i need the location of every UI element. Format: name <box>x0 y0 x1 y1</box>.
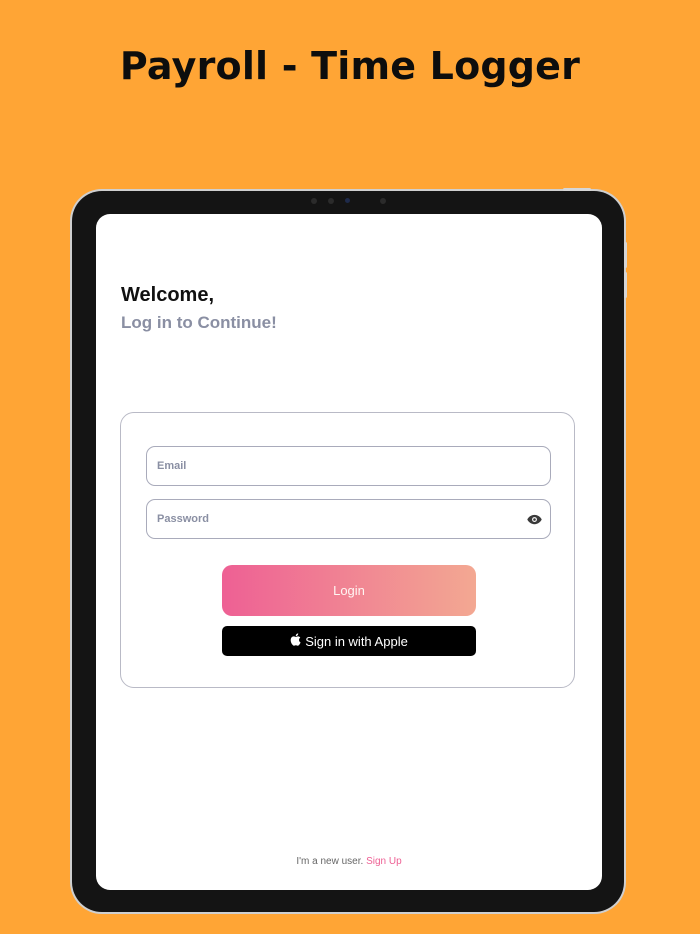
password-field[interactable] <box>146 499 551 539</box>
front-camera <box>345 198 350 203</box>
app-screen: Welcome, Log in to Continue! Login <box>96 214 602 890</box>
apple-logo-icon <box>290 633 301 649</box>
banner-title: Payroll - Time Logger <box>119 44 581 88</box>
email-field[interactable] <box>146 446 551 486</box>
login-card: Login Sign in with Apple <box>120 412 575 688</box>
sensor-dot <box>328 198 334 204</box>
login-subtitle: Log in to Continue! <box>121 313 277 332</box>
device-top-button <box>563 188 591 191</box>
password-input[interactable] <box>155 512 526 526</box>
sign-in-with-apple-button[interactable]: Sign in with Apple <box>222 626 476 656</box>
device-volume-down <box>624 272 627 298</box>
signup-prompt-text: I'm a new user. <box>296 856 367 867</box>
sign-up-link[interactable]: Sign Up <box>366 856 402 867</box>
welcome-heading: Welcome, <box>121 284 214 306</box>
login-button[interactable]: Login <box>222 565 476 616</box>
signup-prompt: I'm a new user. Sign Up <box>96 856 602 867</box>
apple-button-label: Sign in with Apple <box>305 633 408 649</box>
device-volume-up <box>624 242 627 268</box>
email-input[interactable] <box>155 459 542 473</box>
sensor-dot <box>380 198 386 204</box>
eye-icon[interactable] <box>526 511 542 527</box>
sensor-dot <box>311 198 317 204</box>
